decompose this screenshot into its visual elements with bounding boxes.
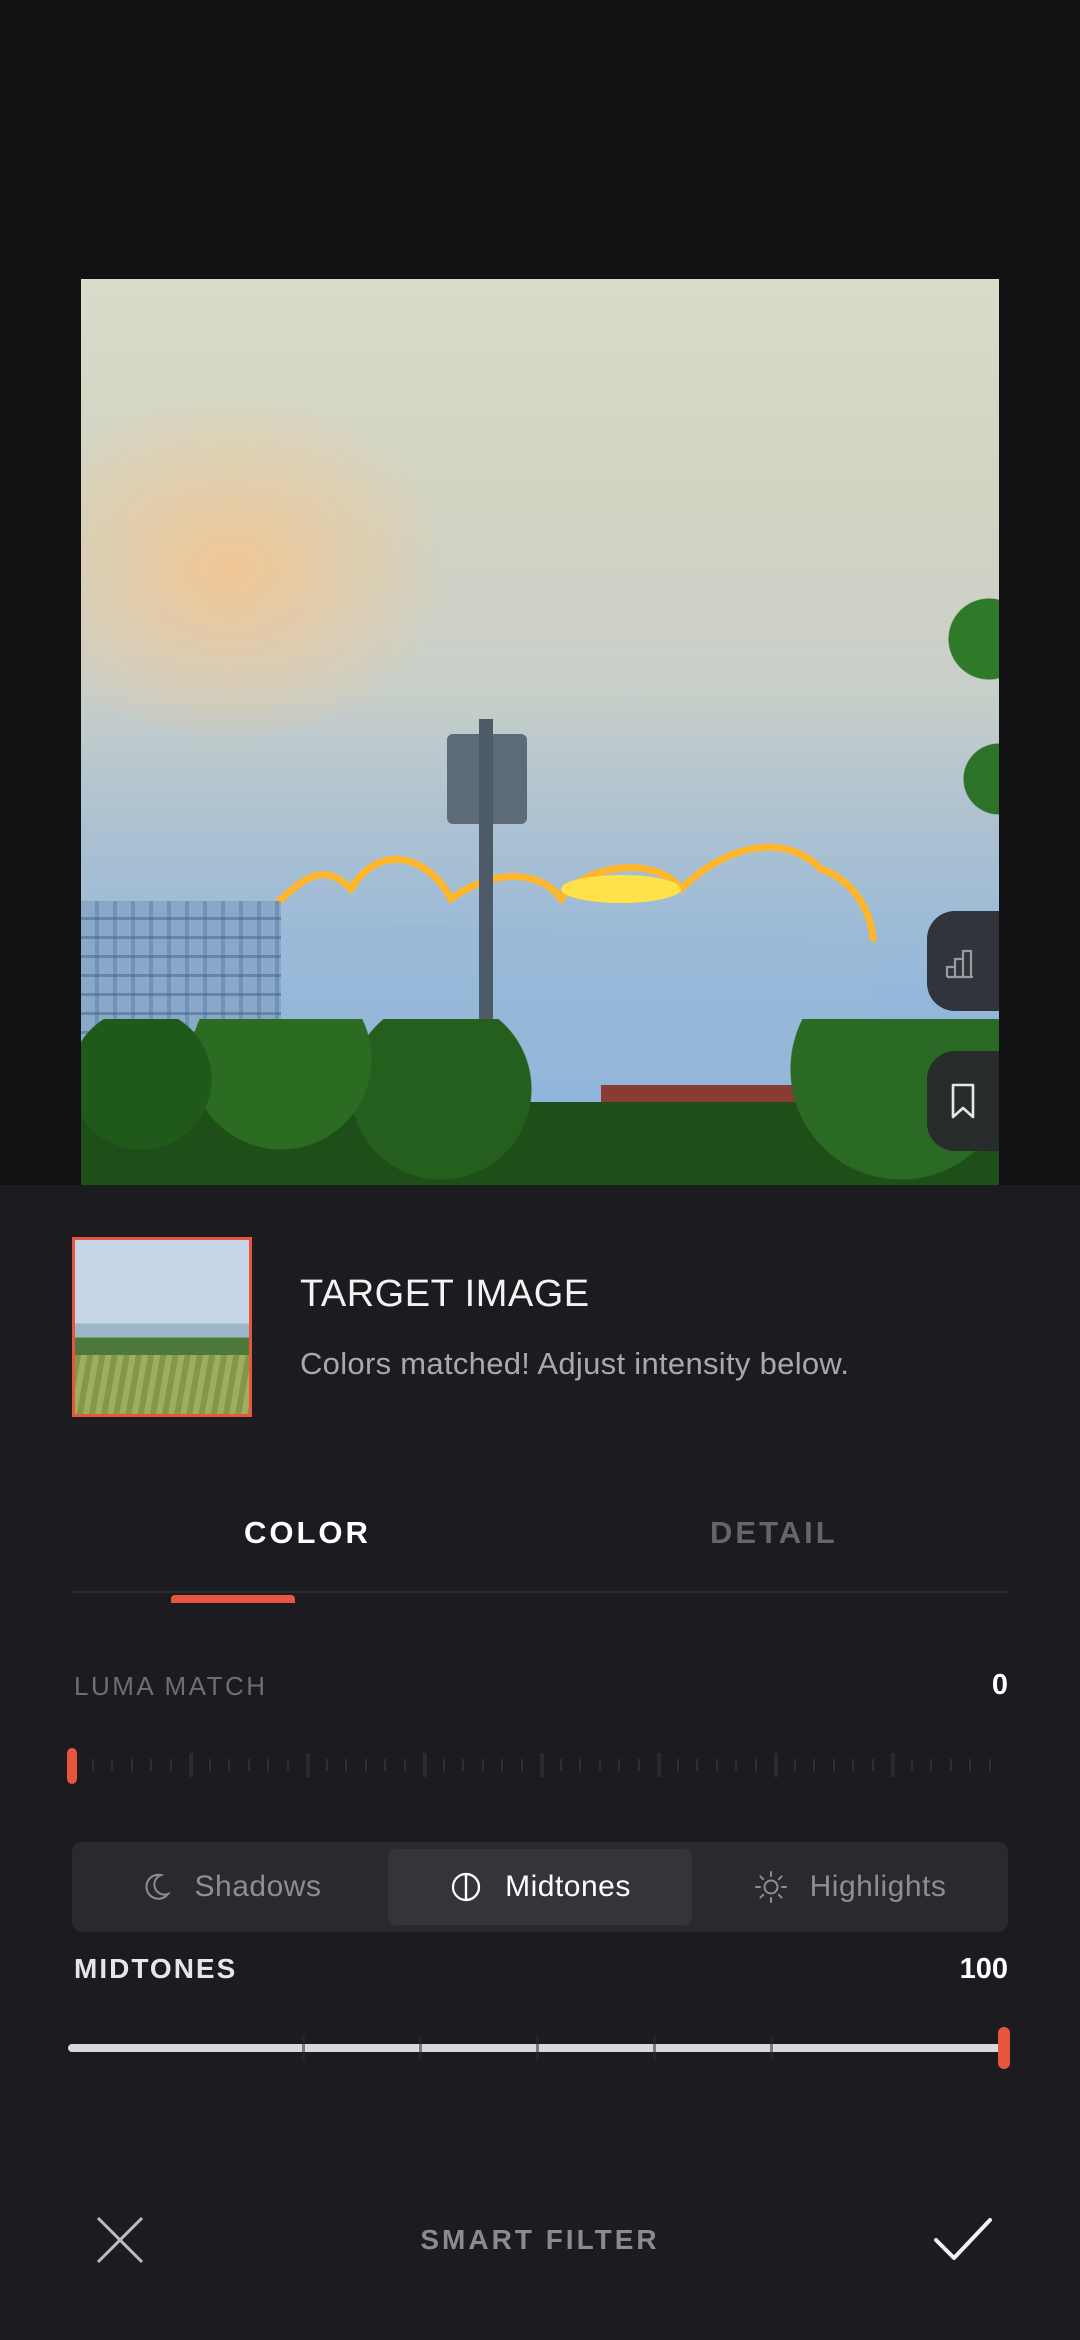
slider-tick: [653, 2035, 656, 2061]
photo-preview: [81, 279, 999, 1185]
slider-tick: [130, 1759, 133, 1771]
midtones-value: 100: [959, 1953, 1008, 1985]
trees: [81, 1019, 999, 1185]
slider-tick: [813, 1759, 815, 1771]
target-subtitle: Colors matched! Adjust intensity below.: [300, 1346, 850, 1381]
slider-tick: [364, 1759, 367, 1771]
slider-tick: [306, 1753, 310, 1777]
moon-icon: [145, 1873, 171, 1900]
tab-bar: COLOR DETAIL: [72, 1515, 1008, 1593]
slider-tick: [770, 2035, 773, 2061]
slider-tick: [598, 1759, 601, 1771]
slider-tick: [481, 1759, 484, 1771]
segment-midtones-label: Midtones: [505, 1870, 631, 1903]
slider-tick: [150, 1759, 152, 1771]
foliage: [929, 579, 999, 839]
slider-tick: [189, 1753, 193, 1777]
slider-tick: [676, 1759, 679, 1771]
slider-tick: [871, 1759, 874, 1771]
target-image-thumbnail[interactable]: [72, 1237, 252, 1417]
midtones-slider[interactable]: [68, 2023, 1012, 2073]
histogram-button[interactable]: [927, 911, 999, 1011]
tone-range-selector: Shadows Midtones Highlights: [72, 1842, 1008, 1932]
slider-tick: [302, 2035, 305, 2061]
luma-match-handle[interactable]: [67, 1748, 77, 1784]
adjustment-panel: TARGET IMAGE Colors matched! Adjust inte…: [0, 1185, 1080, 2340]
midtones-label: MIDTONES: [74, 1953, 238, 1984]
bookmark-icon: [951, 1083, 975, 1119]
slider-tick: [419, 2035, 422, 2061]
slider-tick: [793, 1759, 796, 1771]
slider-tick: [208, 1759, 211, 1771]
slider-tick: [988, 1759, 991, 1771]
slider-tick: [536, 2035, 539, 2061]
slider-tick: [618, 1759, 620, 1771]
segment-shadows[interactable]: Shadows: [78, 1849, 382, 1925]
slider-tick: [111, 1759, 113, 1771]
segment-highlights-label: Highlights: [809, 1870, 947, 1903]
slider-tick: [325, 1759, 328, 1771]
slider-tick: [462, 1759, 464, 1771]
slider-tick: [832, 1759, 835, 1771]
slider-tick: [501, 1759, 503, 1771]
slider-tick: [715, 1759, 718, 1771]
midtones-slider-handle[interactable]: [998, 2027, 1010, 2069]
slider-tick: [247, 1759, 250, 1771]
slider-tick: [754, 1759, 757, 1771]
slider-tick: [852, 1759, 854, 1771]
slider-tick: [774, 1753, 778, 1777]
slider-tick: [910, 1759, 913, 1771]
slider-tick: [637, 1759, 640, 1771]
slider-tick: [345, 1759, 347, 1771]
bottom-bar: SMART FILTER: [0, 2190, 1080, 2310]
slider-tick: [228, 1759, 230, 1771]
slider-tick: [559, 1759, 562, 1771]
sunset-glow: [81, 399, 441, 739]
sun-icon: [754, 1871, 787, 1903]
bookmark-button[interactable]: [927, 1051, 999, 1151]
slider-tick: [423, 1753, 427, 1777]
segment-shadows-label: Shadows: [194, 1870, 322, 1903]
tab-color[interactable]: COLOR: [244, 1515, 371, 1551]
slider-tick: [657, 1753, 661, 1777]
slider-tick: [403, 1759, 406, 1771]
luma-match-slider[interactable]: [67, 1745, 1008, 1785]
slider-tick: [91, 1759, 94, 1771]
slider-tick: [384, 1759, 386, 1771]
luma-match-value: 0: [991, 1669, 1008, 1701]
slider-tick: [949, 1759, 952, 1771]
slider-tick: [891, 1753, 895, 1777]
slider-tick: [735, 1759, 737, 1771]
slider-tick: [169, 1759, 172, 1771]
slider-tick: [540, 1753, 544, 1777]
histogram-icon: [945, 949, 973, 979]
checkmark-icon: [934, 2218, 992, 2260]
segment-midtones[interactable]: Midtones: [388, 1849, 692, 1925]
slider-tick: [520, 1759, 523, 1771]
slider-tick: [579, 1759, 581, 1771]
half-circle-icon: [452, 1872, 481, 1902]
slider-tick: [969, 1759, 971, 1771]
target-title: TARGET IMAGE: [300, 1273, 590, 1315]
slider-tick: [267, 1759, 269, 1771]
slider-tick: [930, 1759, 932, 1771]
active-tab-indicator: [171, 1595, 295, 1603]
luma-match-label: LUMA MATCH: [74, 1671, 268, 1701]
confirm-button[interactable]: [930, 2208, 996, 2268]
slider-tick: [696, 1759, 698, 1771]
tab-detail[interactable]: DETAIL: [710, 1515, 838, 1551]
screen-title: SMART FILTER: [420, 2224, 660, 2255]
slider-tick: [442, 1759, 445, 1771]
segment-highlights[interactable]: Highlights: [698, 1849, 1002, 1925]
slider-tick: [286, 1759, 289, 1771]
